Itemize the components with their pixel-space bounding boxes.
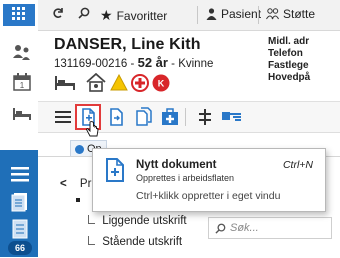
menu-separator <box>258 6 259 24</box>
tree-item-liggende[interactable]: Liggende utskrift <box>88 215 187 227</box>
patient-id: 131169-00216 <box>54 58 128 70</box>
search-icon <box>78 7 90 19</box>
refresh-icon <box>53 8 63 18</box>
open-document-icon[interactable] <box>105 106 127 128</box>
bed-icon[interactable] <box>12 107 32 121</box>
app-grid-button[interactable] <box>3 4 35 26</box>
medical-cross-icon[interactable] <box>131 74 149 92</box>
search-input[interactable]: Søk... <box>208 217 332 239</box>
structure-icon[interactable] <box>194 106 216 128</box>
patient-name: DANSER, Line Kith <box>54 36 201 53</box>
info-line: Telefon <box>268 48 303 59</box>
copy-document-icon[interactable] <box>133 106 155 128</box>
documents-icon[interactable] <box>11 192 29 212</box>
list-menu-icon[interactable] <box>11 166 29 182</box>
search-button[interactable] <box>78 7 90 19</box>
bed-status-icon[interactable] <box>54 75 76 91</box>
tooltip-hint: Ctrl+klikk oppretter i eget vindu <box>136 190 281 202</box>
tree-connector <box>88 215 95 224</box>
calendar-icon[interactable]: 1 <box>13 73 31 91</box>
info-line: Fastlege <box>268 60 309 71</box>
patient-age: 52 år <box>137 55 168 70</box>
grid-icon <box>12 7 25 20</box>
tree-item-label: Stående utskrift <box>102 236 183 248</box>
pasient-menu[interactable]: Pasient <box>206 7 261 21</box>
patient-gender: - Kvinne <box>171 58 214 70</box>
stotte-menu[interactable]: Støtte <box>266 7 315 21</box>
tree-connector <box>88 236 95 245</box>
favoritter-label: Favoritter <box>116 8 168 23</box>
patient-details: 131169-00216 - 52 år - Kvinne <box>54 55 213 70</box>
menu-separator <box>197 6 198 24</box>
search-icon <box>215 223 226 234</box>
patient-info-panel: Midl. adr Telefon Fastlege Hovedpå <box>268 36 310 84</box>
patient-sep: - <box>130 58 135 70</box>
notification-badge[interactable]: 66 <box>8 241 32 255</box>
favoritter-menu[interactable]: ★ Favoritter <box>100 7 167 24</box>
new-document-icon <box>106 158 124 182</box>
toolbar-separator <box>185 108 186 126</box>
document-toolbar <box>38 101 340 133</box>
support-icon <box>266 8 279 20</box>
tree-bullet <box>76 198 80 202</box>
chevron-left-icon: < <box>60 178 67 190</box>
info-line: Hovedpå <box>268 72 311 83</box>
alert-badge-icon[interactable]: K <box>152 74 170 92</box>
tree-item-label: Liggende utskrift <box>102 215 187 227</box>
svg-text:1: 1 <box>20 81 25 90</box>
hand-cursor-icon <box>86 121 99 137</box>
warning-icon[interactable] <box>110 74 128 91</box>
tree-item-staende[interactable]: Stående utskrift <box>88 236 182 248</box>
pasient-label: Pasient <box>221 7 262 21</box>
persons-icon[interactable] <box>12 44 32 62</box>
tree-item-label: Pr <box>79 178 92 190</box>
home-icon[interactable] <box>86 73 106 92</box>
tooltip-title: Nytt dokument <box>136 159 217 171</box>
tooltip-shortcut: Ctrl+N <box>282 159 313 171</box>
tooltip-subtitle: Opprettes i arbeidsflaten <box>136 173 235 183</box>
search-placeholder: Søk... <box>230 222 259 234</box>
tree-item[interactable]: < Pr <box>60 178 91 190</box>
notes-icon[interactable] <box>11 219 29 239</box>
info-line: Midl. adr <box>268 36 310 47</box>
refresh-button[interactable] <box>52 7 64 19</box>
medical-kit-icon[interactable] <box>159 106 181 128</box>
new-document-tooltip: Nytt dokument Ctrl+N Opprettes i arbeids… <box>92 148 326 212</box>
menu-icon[interactable] <box>52 106 74 128</box>
message-icon[interactable] <box>221 106 243 128</box>
tab-icon <box>75 144 84 154</box>
stotte-label: Støtte <box>283 7 316 21</box>
star-icon: ★ <box>100 7 113 23</box>
person-icon <box>206 8 217 20</box>
svg-text:K: K <box>158 79 165 89</box>
